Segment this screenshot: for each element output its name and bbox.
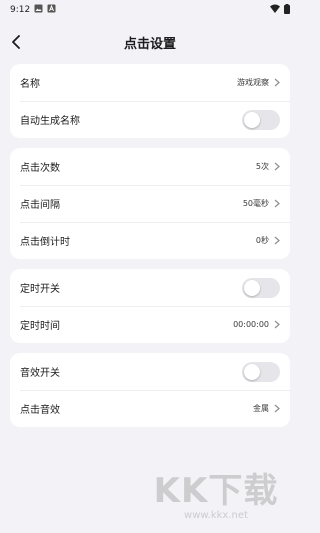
click-count-label: 点击次数	[20, 163, 60, 174]
chevron-right-icon	[274, 162, 280, 171]
toggle-knob	[244, 363, 260, 380]
auto-generate-name-row: 自动生成名称	[10, 101, 290, 138]
timer-time-label: 定时时间	[20, 321, 60, 332]
image-notification-icon	[34, 4, 43, 16]
click-count-row[interactable]: 点击次数 5次	[10, 148, 290, 185]
click-countdown-row[interactable]: 点击倒计时 0秒	[10, 222, 290, 259]
click-settings-card: 点击次数 5次 点击间隔 50毫秒 点击倒计时 0秒	[10, 148, 290, 259]
watermark-logo: KK下载	[153, 471, 279, 511]
click-sound-row[interactable]: 点击音效 金属	[10, 390, 290, 427]
wifi-icon	[270, 4, 280, 16]
sound-switch-row: 音效开关	[10, 353, 290, 390]
status-time: 9:12	[10, 5, 31, 15]
timer-switch-toggle[interactable]	[242, 277, 280, 298]
click-count-value: 5次	[255, 162, 269, 171]
click-interval-value: 50毫秒	[242, 199, 269, 208]
watermark: KK下载 www.kkx.net	[146, 474, 286, 521]
toggle-knob	[244, 279, 260, 296]
auto-generate-name-label: 自动生成名称	[20, 116, 80, 127]
chevron-right-icon	[274, 199, 280, 208]
chevron-right-icon	[274, 404, 280, 413]
click-interval-row[interactable]: 点击间隔 50毫秒	[10, 185, 290, 222]
name-row[interactable]: 名称 游戏观察	[10, 64, 290, 101]
click-interval-label: 点击间隔	[20, 200, 60, 211]
battery-icon	[284, 3, 290, 17]
timer-time-value: 00:00:00	[233, 320, 269, 329]
auto-generate-name-toggle[interactable]	[242, 109, 280, 130]
chevron-right-icon	[274, 236, 280, 245]
timer-switch-row: 定时开关	[10, 269, 290, 306]
click-sound-label: 点击音效	[20, 405, 60, 416]
status-bar: 9:12	[0, 0, 300, 20]
chevron-right-icon	[274, 320, 280, 329]
navigation-bar: 点击设置	[0, 20, 300, 64]
toggle-knob	[244, 111, 260, 128]
timer-switch-label: 定时开关	[20, 284, 60, 295]
sound-switch-label: 音效开关	[20, 368, 60, 379]
click-countdown-value: 0秒	[255, 236, 269, 245]
click-countdown-label: 点击倒计时	[20, 237, 70, 248]
name-label: 名称	[20, 79, 40, 90]
chevron-right-icon	[274, 78, 280, 87]
page-title: 点击设置	[123, 36, 176, 52]
watermark-url: www.kkx.net	[184, 510, 248, 521]
back-button[interactable]	[6, 32, 26, 52]
name-settings-card: 名称 游戏观察 自动生成名称	[10, 64, 290, 138]
back-arrow-icon	[12, 35, 20, 49]
click-sound-value: 金属	[253, 404, 269, 413]
sound-switch-toggle[interactable]	[242, 361, 280, 382]
timer-time-row[interactable]: 定时时间 00:00:00	[10, 306, 290, 343]
sound-settings-card: 音效开关 点击音效 金属	[10, 353, 290, 427]
name-value: 游戏观察	[237, 78, 269, 87]
font-notification-icon	[47, 4, 56, 16]
timer-settings-card: 定时开关 定时时间 00:00:00	[10, 269, 290, 343]
